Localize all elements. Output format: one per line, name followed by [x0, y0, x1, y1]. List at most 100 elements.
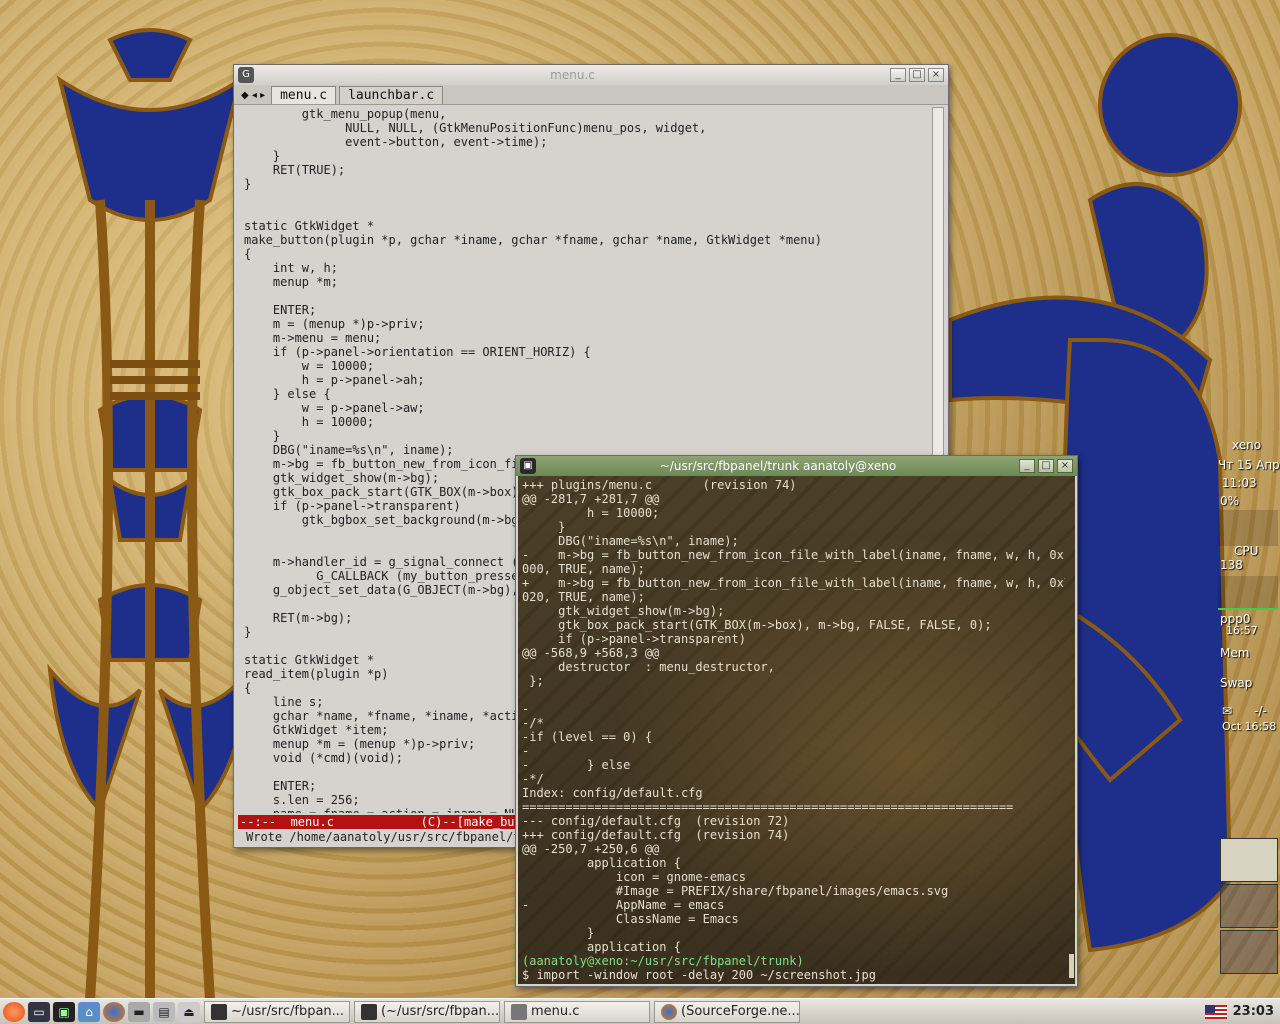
maximize-button[interactable]: □ — [1038, 459, 1054, 473]
keyboard-layout-flag-icon[interactable] — [1204, 1004, 1227, 1019]
code-line[interactable]: menup *m; — [244, 275, 934, 289]
show-desktop-icon[interactable]: ▭ — [28, 1001, 50, 1022]
mail-date: Oct 16:58 — [1222, 720, 1277, 733]
code-line[interactable]: NULL, NULL, (GtkMenuPositionFunc)menu_po… — [244, 121, 934, 135]
mem-label: Mem — [1220, 646, 1250, 660]
terminal-line: application { — [522, 940, 681, 954]
terminal-line: gtk_widget_show(m->bg); — [522, 604, 725, 618]
task-emacs[interactable]: menu.c — [504, 1000, 650, 1023]
terminal-line: --- config/default.cfg (revision 72) — [522, 814, 790, 828]
tab-launchbar-c[interactable]: launchbar.c — [339, 86, 444, 104]
emacs-titlebar[interactable]: G menu.c _ □ × — [234, 65, 948, 85]
terminal-line: gtk_box_pack_start(GTK_BOX(m->box), m->b… — [522, 618, 992, 632]
terminal-line: 000, TRUE, name); — [522, 562, 645, 576]
task-label: menu.c — [531, 1004, 580, 1019]
cpu-value: 138 — [1220, 558, 1243, 572]
code-line[interactable]: m->menu = menu; — [244, 331, 934, 345]
terminal-line: 020, TRUE, name); — [522, 590, 645, 604]
code-line[interactable]: w = 10000; — [244, 359, 934, 373]
code-line[interactable] — [244, 289, 934, 303]
terminal-icon — [361, 1003, 377, 1020]
code-line[interactable] — [244, 191, 934, 205]
code-line[interactable]: make_button(plugin *p, gchar *iname, gch… — [244, 233, 934, 247]
mail-icon[interactable]: ✉ — [1222, 704, 1232, 718]
pager-desktop-2[interactable] — [1220, 884, 1278, 928]
desktop-pager[interactable] — [1220, 838, 1278, 974]
tab-nav-arrows-icon[interactable]: ◆ ◂ ▸ — [238, 90, 268, 104]
code-line[interactable]: } else { — [244, 387, 934, 401]
terminal-launcher-icon[interactable]: ▣ — [53, 1001, 75, 1022]
mail-count: -/- — [1254, 704, 1267, 718]
terminal-line: destructor : menu_destructor, — [522, 660, 775, 674]
task-firefox[interactable]: (SourceForge.ne... — [654, 1000, 800, 1023]
pager-desktop-3[interactable] — [1220, 930, 1278, 974]
close-button[interactable]: × — [1057, 459, 1073, 473]
taskbar: ▭ ▣ ⌂ ▬ ▤ ⏏ ~/usr/src/fbpan... (~/usr/sr… — [0, 998, 1280, 1024]
drive-icon[interactable]: ▬ — [128, 1001, 150, 1022]
code-line[interactable]: } — [244, 429, 934, 443]
terminal-line: }; — [522, 674, 544, 688]
terminal-body[interactable]: +++ plugins/menu.c (revision 74) @@ -281,… — [518, 476, 1075, 984]
terminal-scrollbar[interactable] — [1068, 478, 1074, 982]
terminal-line: Index: config/default.cfg — [522, 786, 703, 800]
terminal-line: DBG("iname=%s\n", iname); — [522, 534, 739, 548]
terminal-line: h = 10000; — [522, 506, 660, 520]
code-line[interactable]: m = (menup *)p->priv; — [244, 317, 934, 331]
terminal-window[interactable]: ▣ ~/usr/src/fbpanel/trunk aanatoly@xeno … — [515, 455, 1078, 987]
task-terminal-2[interactable]: (~/usr/src/fbpan... — [354, 1000, 500, 1023]
firefox-icon[interactable] — [103, 1001, 125, 1022]
home-folder-icon[interactable]: ⌂ — [78, 1001, 100, 1022]
terminal-line: -/* — [522, 716, 544, 730]
code-line[interactable]: event->button, event->time); — [244, 135, 934, 149]
terminal-line: icon = gnome-emacs — [522, 870, 746, 884]
terminal-line: application { — [522, 856, 681, 870]
eject-icon[interactable]: ⏏ — [178, 1001, 200, 1022]
minimize-button[interactable]: _ — [1019, 459, 1035, 473]
gnu-icon[interactable]: G — [238, 67, 254, 83]
terminal-icon — [211, 1003, 227, 1020]
net-time: 16:57 — [1226, 624, 1258, 637]
terminal-line: - m->bg = fb_button_new_from_icon_file_w… — [522, 548, 1065, 562]
code-line[interactable]: static GtkWidget * — [244, 219, 934, 233]
start-menu-icon[interactable] — [3, 1001, 25, 1022]
terminal-line: if (p->panel->transparent) — [522, 632, 746, 646]
code-line[interactable] — [244, 205, 934, 219]
terminal-line: - } else — [522, 758, 631, 772]
minimize-button[interactable]: _ — [890, 68, 906, 82]
code-line[interactable]: RET(TRUE); — [244, 163, 934, 177]
host-label: xeno — [1232, 438, 1262, 452]
terminal-line: - — [522, 702, 530, 716]
terminal-titlebar[interactable]: ▣ ~/usr/src/fbpanel/trunk aanatoly@xeno … — [516, 456, 1077, 476]
code-line[interactable]: } — [244, 149, 934, 163]
pager-desktop-1[interactable] — [1220, 838, 1278, 882]
terminal-command-line[interactable]: $ import -window root -delay 200 ~/scree… — [522, 968, 1065, 982]
terminal-icon[interactable]: ▣ — [520, 458, 536, 474]
code-line[interactable]: int w, h; — [244, 261, 934, 275]
terminal-line: } — [522, 520, 566, 534]
wallpaper-lotus-column — [47, 28, 253, 1000]
code-line[interactable]: h = p->panel->ah; — [244, 373, 934, 387]
tab-menu-c[interactable]: menu.c — [271, 86, 337, 104]
terminal-line: - AppName = emacs — [522, 898, 725, 912]
computer-icon[interactable]: ▤ — [153, 1001, 175, 1022]
net-graph — [1218, 576, 1278, 610]
task-label: ~/usr/src/fbpan... — [231, 1004, 345, 1019]
date-label: Чт 15 Апр — [1218, 458, 1280, 472]
cpu-graph — [1218, 510, 1278, 546]
maximize-button[interactable]: □ — [909, 68, 925, 82]
code-line[interactable]: ENTER; — [244, 303, 934, 317]
code-line[interactable]: if (p->panel->orientation == ORIENT_HORI… — [244, 345, 934, 359]
task-terminal-1[interactable]: ~/usr/src/fbpan... — [204, 1000, 350, 1023]
code-line[interactable]: } — [244, 177, 934, 191]
terminal-output[interactable]: +++ plugins/menu.c (revision 74) @@ -281,… — [522, 478, 1065, 982]
clock[interactable]: 23:03 — [1233, 1004, 1274, 1019]
close-button[interactable]: × — [928, 68, 944, 82]
code-line[interactable]: gtk_menu_popup(menu, — [244, 107, 934, 121]
code-line[interactable]: h = 10000; — [244, 415, 934, 429]
code-line[interactable]: { — [244, 247, 934, 261]
swap-label: Swap — [1220, 676, 1253, 690]
terminal-line: - — [522, 744, 530, 758]
terminal-line: #Image = PREFIX/share/fbpanel/images/ema… — [522, 884, 949, 898]
code-line[interactable]: w = p->panel->aw; — [244, 401, 934, 415]
task-label: (~/usr/src/fbpan... — [381, 1004, 500, 1019]
